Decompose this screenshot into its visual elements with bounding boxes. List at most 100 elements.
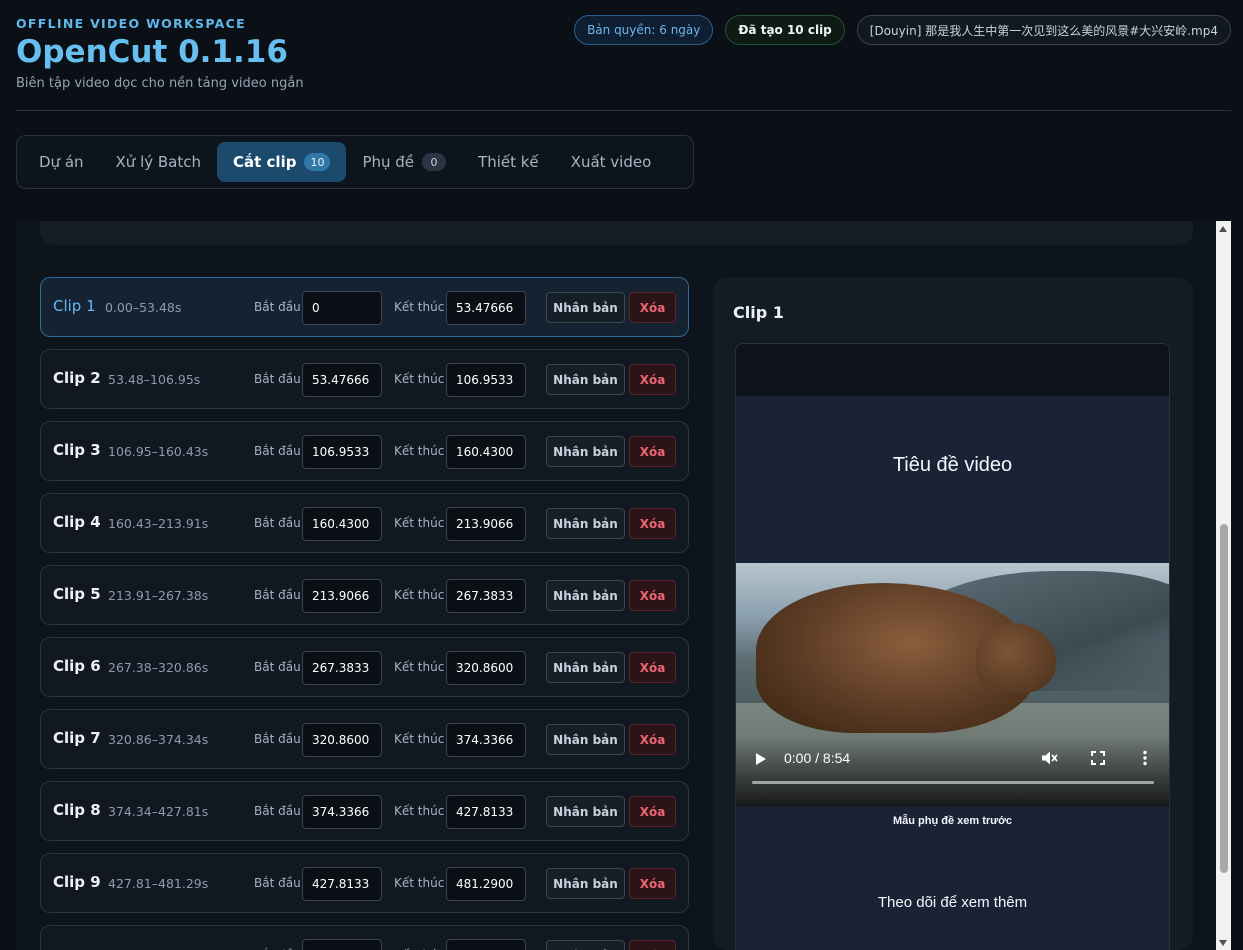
start-time-input[interactable] [302,579,382,613]
clip-settings-card [40,221,1193,245]
delete-button[interactable]: Xóa [629,508,676,539]
clip-row[interactable]: Clip 4 160.43–213.91s Bắt đầu Kết thúc Nhân … [40,493,689,553]
clip-name: Clip 5 [53,585,101,603]
start-time-input[interactable] [302,651,382,685]
tab-label: Xuất video [570,153,652,171]
clip-row[interactable]: Clip 9 427.81–481.29s Bắt đầu Kết thúc Nhân … [40,853,689,913]
tab-label: Thiết kế [478,153,539,171]
clip-range: 267.38–320.86s [108,660,209,675]
end-time-input[interactable] [446,507,526,541]
clip-row[interactable]: Clip 7 320.86–374.34s Bắt đầu Kết thúc Nhân … [40,709,689,769]
clip-row[interactable]: Clip 5 213.91–267.38s Bắt đầu Kết thúc Nhân … [40,565,689,625]
app-title: OpenCut 0.1.16 [16,34,288,70]
header-divider [16,110,1231,111]
duplicate-button[interactable]: Nhân bản [546,796,625,827]
delete-button[interactable]: Xóa [629,652,676,683]
delete-button[interactable]: Xóa [629,436,676,467]
start-time-input[interactable] [302,291,382,325]
clip-range: 0.00–53.48s [105,300,182,315]
app-subtitle: Biên tập video dọc cho nền tảng video ng… [16,76,304,91]
preview-card: Clip 1 Tiêu đề video 0:00 / 8:54 Mẫu phụ… [713,277,1193,950]
end-time-input[interactable] [446,579,526,613]
delete-button[interactable]: Xóa [629,364,676,395]
clip-name: Clip 9 [53,873,101,891]
clip-name: Clip 2 [53,369,101,387]
license-badge: Bản quyền: 6 ngày [574,15,714,45]
start-time-input[interactable] [302,939,382,950]
app-eyebrow: OFFLINE VIDEO WORKSPACE [16,16,246,31]
clip-row[interactable]: Clip 1 0.00–53.48s Bắt đầu Kết thúc Nhân bản… [40,277,689,337]
end-label: Kết thúc [394,876,445,890]
delete-button[interactable]: Xóa [629,940,676,950]
follow-text: Theo dõi để xem thêm [877,894,1028,911]
duplicate-button[interactable]: Nhân bản [546,940,625,950]
scroll-down-icon[interactable] [1219,940,1227,946]
delete-button[interactable]: Xóa [629,724,676,755]
delete-button[interactable]: Xóa [629,292,676,323]
fullscreen-icon[interactable] [1089,749,1107,767]
delete-button[interactable]: Xóa [629,868,676,899]
end-time-input[interactable] [446,363,526,397]
tab-label: Dự án [39,153,84,171]
duplicate-button[interactable]: Nhân bản [546,364,625,395]
clip-row[interactable]: Clip 2 53.48–106.95s Bắt đầu Kết thúc Nhân b… [40,349,689,409]
start-label: Bắt đầu [254,876,301,890]
duplicate-button[interactable]: Nhân bản [546,508,625,539]
duplicate-button[interactable]: Nhân bản [546,652,625,683]
phone-top-bar [736,344,1169,396]
end-label: Kết thúc [394,732,445,746]
tab-cut-clip[interactable]: Cắt clip 10 [217,142,347,182]
end-label: Kết thúc [394,372,445,386]
clip-row[interactable]: Clip 6 267.38–320.86s Bắt đầu Kết thúc Nhân … [40,637,689,697]
end-time-input[interactable] [446,939,526,950]
end-time-input[interactable] [446,435,526,469]
end-label: Kết thúc [394,804,445,818]
file-name-badge: [Douyin] 那是我人生中第一次见到这么美的风景#大兴安岭.mp4 [856,15,1231,45]
clip-row[interactable]: Clip 3 106.95–160.43s Bắt đầu Kết thúc Nhân … [40,421,689,481]
clip-row[interactable]: Bắt đầuKết thúcNhân bảnXóa [40,925,689,950]
start-time-input[interactable] [302,795,382,829]
end-time-input[interactable] [446,723,526,757]
start-time-input[interactable] [302,867,382,901]
scrollbar-thumb[interactable] [1220,524,1228,873]
start-time-input[interactable] [302,507,382,541]
end-time-input[interactable] [446,795,526,829]
end-time-input[interactable] [446,651,526,685]
duplicate-button[interactable]: Nhân bản [546,436,625,467]
phone-preview: Tiêu đề video 0:00 / 8:54 Mẫu phụ đề xem… [735,343,1170,950]
delete-button[interactable]: Xóa [629,796,676,827]
duplicate-button[interactable]: Nhân bản [546,724,625,755]
clip-range: 427.81–481.29s [108,876,209,891]
clip-name: Clip 8 [53,801,101,819]
clip-range: 53.48–106.95s [108,372,201,387]
clip-range: 374.34–427.81s [108,804,209,819]
duplicate-button[interactable]: Nhân bản [546,580,625,611]
play-icon[interactable] [756,753,766,765]
end-time-input[interactable] [446,291,526,325]
delete-button[interactable]: Xóa [629,580,676,611]
header-badges: Bản quyền: 6 ngày Đã tạo 10 clip [Douyin… [574,15,1231,45]
video-progress-bar[interactable] [752,781,1154,784]
duplicate-button[interactable]: Nhân bản [546,868,625,899]
end-time-input[interactable] [446,867,526,901]
mute-icon[interactable] [1040,749,1058,767]
tab-bar: Dự án Xử lý Batch Cắt clip 10 Phụ đề 0 T… [16,135,694,189]
tab-project[interactable]: Dự án [23,142,100,182]
video-player[interactable]: 0:00 / 8:54 [736,563,1169,807]
start-time-input[interactable] [302,723,382,757]
clip-range: 160.43–213.91s [108,516,209,531]
video-controls-overlay [736,737,1169,807]
tab-subtitles[interactable]: Phụ đề 0 [346,142,462,182]
tab-export[interactable]: Xuất video [555,142,668,182]
start-label: Bắt đầu [254,660,301,674]
video-time: 0:00 / 8:54 [784,750,851,766]
tab-batch[interactable]: Xử lý Batch [100,142,217,182]
scroll-up-icon[interactable] [1219,226,1227,232]
duplicate-button[interactable]: Nhân bản [546,292,625,323]
more-options-icon[interactable] [1136,749,1154,767]
page-scrollbar[interactable] [1216,221,1231,950]
start-time-input[interactable] [302,435,382,469]
clip-row[interactable]: Clip 8 374.34–427.81s Bắt đầu Kết thúc Nhân … [40,781,689,841]
tab-design[interactable]: Thiết kế [462,142,555,182]
start-time-input[interactable] [302,363,382,397]
